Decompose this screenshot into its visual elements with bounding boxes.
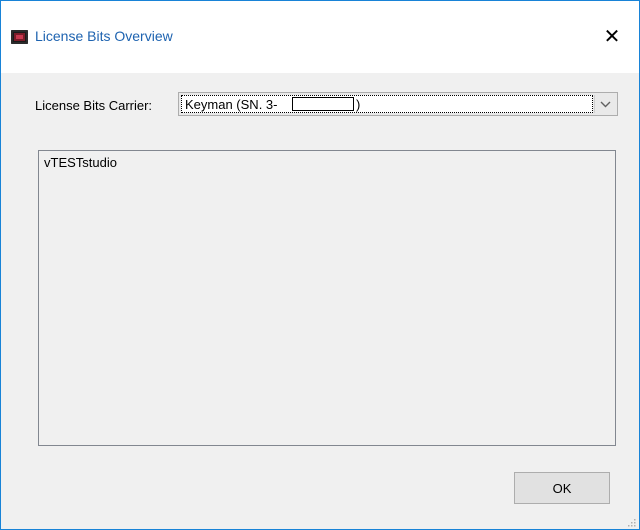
- carrier-label: License Bits Carrier:: [35, 98, 153, 113]
- dropdown-button[interactable]: [594, 95, 615, 113]
- app-icon: [11, 30, 28, 44]
- resize-grip-icon[interactable]: [626, 517, 636, 527]
- select-value-box: Keyman (SN. 3- ): [181, 95, 593, 113]
- carrier-select[interactable]: Keyman (SN. 3- ): [178, 92, 618, 116]
- chevron-down-icon: [600, 101, 610, 107]
- license-bits-dialog: License Bits Overview ✕ License Bits Car…: [0, 0, 640, 530]
- carrier-selected-value: Keyman (SN. 3-: [185, 97, 278, 112]
- close-button[interactable]: ✕: [595, 21, 629, 51]
- redacted-serial-box: [292, 97, 354, 111]
- title-bar[interactable]: License Bits Overview ✕: [1, 1, 639, 73]
- carrier-selected-suffix: ): [356, 97, 361, 112]
- list-item[interactable]: vTESTstudio: [44, 155, 117, 170]
- license-bits-list[interactable]: vTESTstudio: [38, 150, 616, 446]
- close-icon: ✕: [603, 24, 621, 48]
- dialog-content: License Bits Carrier: Keyman (SN. 3- ) v…: [2, 73, 638, 529]
- window-title: License Bits Overview: [35, 28, 173, 44]
- ok-button[interactable]: OK: [514, 472, 610, 504]
